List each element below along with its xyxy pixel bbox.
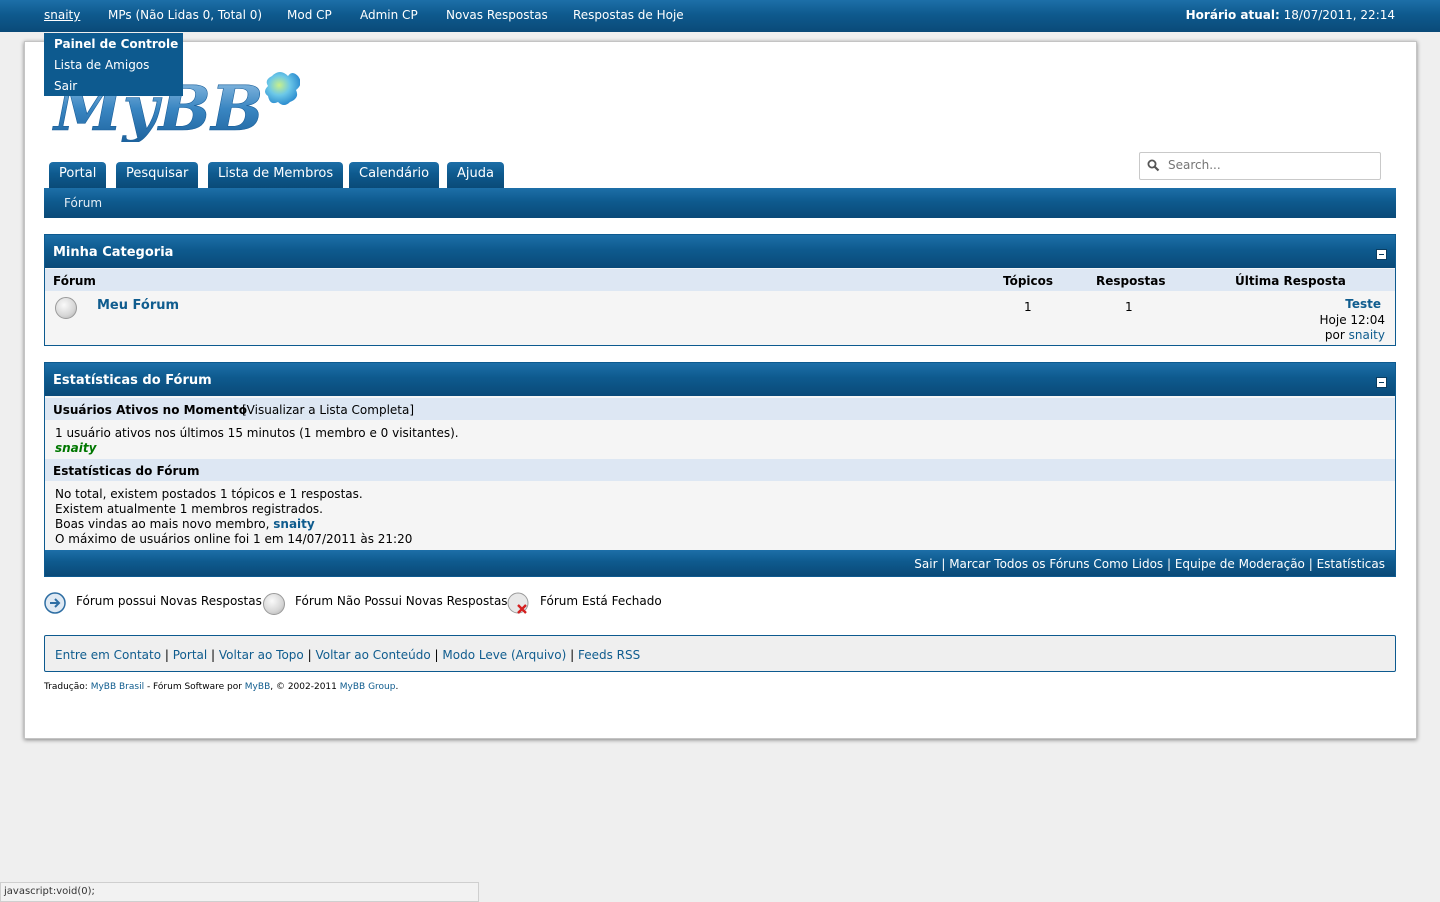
browser-status-bar: javascript:void(0);	[0, 882, 479, 902]
user-menu-link[interactable]: snaity	[44, 8, 80, 22]
current-time-label: Horário atual:	[1185, 8, 1280, 22]
stats-newest-member: Boas vindas ao mais novo membro, snaity	[55, 517, 315, 531]
active-user-link[interactable]: snaity	[55, 441, 96, 455]
status-text: javascript:void(0);	[4, 886, 95, 897]
friends-list-link[interactable]: Lista de Amigos	[54, 58, 149, 72]
search-box	[1139, 152, 1381, 180]
current-time: Horário atual: 18/07/2011, 22:14	[1186, 8, 1395, 22]
stats-posts-line: No total, existem postados 1 tópicos e 1…	[55, 487, 363, 501]
tab-help[interactable]: Ajuda	[447, 162, 504, 188]
puzzle-icon	[265, 72, 300, 105]
current-time-value: 18/07/2011, 22:14	[1283, 8, 1395, 22]
view-full-list-link[interactable]: [Visualizar a Lista Completa]	[242, 403, 414, 417]
tab-search[interactable]: Pesquisar	[116, 162, 199, 188]
last-post-author: por snaity	[1325, 328, 1385, 342]
forum-stats-panel: Estatísticas do Fórum Usuários Ativos no…	[44, 362, 1396, 577]
back-to-content-link[interactable]: Voltar ao Conteúdo	[315, 648, 430, 662]
lite-mode-link[interactable]: Modo Leve (Arquivo)	[442, 648, 566, 662]
mod-cp-link[interactable]: Mod CP	[287, 8, 332, 22]
contact-link[interactable]: Entre em Contato	[55, 648, 161, 662]
forum-closed-icon	[507, 592, 529, 614]
footer-links-box: Entre em Contato | Portal | Voltar ao To…	[44, 635, 1396, 672]
collapse-icon[interactable]	[1376, 377, 1387, 388]
active-users-header: Usuários Ativos no Momento [Visualizar a…	[45, 398, 1395, 420]
statistics-link[interactable]: Estatísticas	[1317, 557, 1385, 571]
search-icon	[1147, 159, 1160, 172]
admin-cp-link[interactable]: Admin CP	[360, 8, 418, 22]
top-bar: snaity MPs (Não Lidas 0, Total 0) Mod CP…	[0, 0, 1440, 32]
logout-link[interactable]: Sair	[54, 79, 77, 93]
mark-all-read-link[interactable]: Marcar Todos os Fóruns Como Lidos	[949, 557, 1163, 571]
mybb-group-link[interactable]: MyBB Group	[340, 682, 396, 692]
breadcrumb[interactable]: Fórum	[64, 196, 102, 210]
legend-forum-closed: Fórum Está Fechado	[540, 594, 662, 608]
category-panel: Minha Categoria Fórum Tópicos Respostas …	[44, 234, 1396, 346]
column-last-reply: Última Resposta	[1235, 274, 1346, 288]
logout-footer-link[interactable]: Sair	[914, 557, 937, 571]
column-topics: Tópicos	[1003, 274, 1054, 288]
forum-topics-count: 1	[1024, 300, 1032, 314]
last-post-time: Hoje 12:04	[1319, 313, 1385, 327]
stats-footer-bar: Sair | Marcar Todos os Fóruns Como Lidos…	[45, 550, 1395, 576]
software-link[interactable]: MyBB	[245, 682, 270, 692]
forum-replies-count: 1	[1125, 300, 1133, 314]
back-to-top-link[interactable]: Voltar ao Topo	[219, 648, 304, 662]
legend-new-posts: Fórum possui Novas Respostas	[76, 594, 262, 608]
new-posts-icon	[44, 592, 66, 614]
today-replies-link[interactable]: Respostas de Hoje	[573, 8, 684, 22]
stats-subheading: Estatísticas do Fórum	[53, 464, 200, 478]
tab-member-list[interactable]: Lista de Membros	[208, 162, 344, 188]
stats-header: Estatísticas do Fórum	[45, 363, 1395, 396]
copyright-end: .	[395, 682, 399, 692]
newest-member-link[interactable]: snaity	[273, 517, 314, 531]
column-replies: Respostas	[1096, 274, 1166, 288]
last-post-title-link[interactable]: Teste	[1345, 297, 1381, 311]
breadcrumb-bar: Fórum	[44, 188, 1396, 218]
newest-member-prefix: Boas vindas ao mais novo membro,	[55, 517, 270, 531]
tab-portal[interactable]: Portal	[49, 162, 107, 188]
private-messages-link[interactable]: MPs (Não Lidas 0, Total 0)	[108, 8, 262, 22]
footer-links: Entre em Contato | Portal | Voltar ao To…	[55, 648, 641, 662]
active-users-heading: Usuários Ativos no Momento	[53, 403, 247, 417]
stats-footer-links: Sair | Marcar Todos os Fóruns Como Lidos…	[914, 557, 1385, 571]
legend-no-new-posts: Fórum Não Possui Novas Respostas	[295, 594, 508, 608]
control-panel-link[interactable]: Painel de Controle	[54, 37, 178, 51]
stats-title: Estatísticas do Fórum	[53, 373, 212, 388]
forum-columns-header: Fórum Tópicos Respostas Última Resposta	[45, 269, 1395, 291]
moderation-team-link[interactable]: Equipe de Moderação	[1175, 557, 1305, 571]
new-replies-link[interactable]: Novas Respostas	[446, 8, 548, 22]
copyright-years: , © 2002-2011	[270, 682, 337, 692]
stats-subheader: Estatísticas do Fórum	[45, 459, 1395, 481]
portal-footer-link[interactable]: Portal	[173, 648, 207, 662]
forum-link[interactable]: Meu Fórum	[97, 298, 179, 313]
copyright-prefix: Tradução:	[44, 682, 88, 692]
stats-members-line: Existem atualmente 1 membros registrados…	[55, 502, 323, 516]
category-title[interactable]: Minha Categoria	[53, 245, 173, 260]
search-input[interactable]	[1166, 157, 1370, 173]
no-new-posts-legend-icon	[263, 593, 285, 615]
active-users-text: 1 usuário ativos nos últimos 15 minutos …	[55, 426, 459, 440]
copyright-middle: - Fórum Software por	[146, 682, 242, 692]
user-dropdown-menu: Painel de Controle Lista de Amigos Sair	[44, 33, 183, 96]
no-new-posts-icon	[55, 297, 77, 319]
stats-record-line: O máximo de usuários online foi 1 em 14/…	[55, 532, 413, 546]
rss-feeds-link[interactable]: Feeds RSS	[578, 648, 640, 662]
copyright: Tradução: MyBB Brasil - Fórum Software p…	[44, 682, 398, 692]
translator-link[interactable]: MyBB Brasil	[91, 682, 144, 692]
last-post-author-prefix: por	[1324, 328, 1345, 342]
column-forum: Fórum	[53, 274, 96, 288]
category-header: Minha Categoria	[45, 235, 1395, 268]
collapse-icon[interactable]	[1376, 249, 1387, 260]
last-post-author-link[interactable]: snaity	[1349, 328, 1385, 342]
tab-calendar[interactable]: Calendário	[349, 162, 440, 188]
